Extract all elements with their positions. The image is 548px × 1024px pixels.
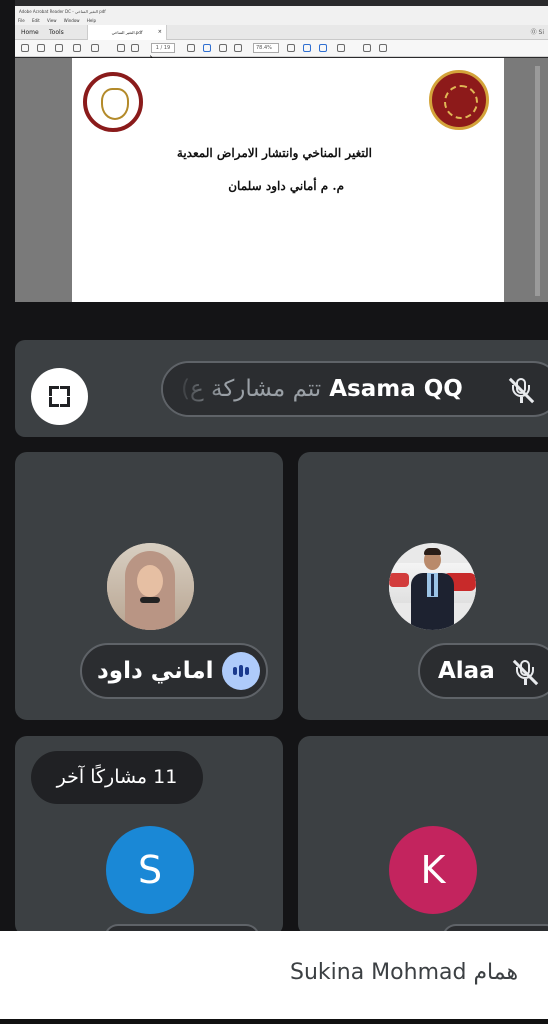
- avatar: S: [106, 826, 194, 914]
- hand-icon[interactable]: [203, 44, 211, 52]
- caption-text: Sukina Mohmad همام: [290, 960, 519, 985]
- bottom-strip: [0, 1019, 548, 1024]
- university-seal-logo: [83, 72, 143, 132]
- search-icon[interactable]: [91, 44, 99, 52]
- page-up-icon[interactable]: [117, 44, 125, 52]
- acrobat-toolbar: 1 / 19 78.4%: [15, 40, 548, 57]
- tab-home[interactable]: Home: [21, 25, 39, 40]
- others-count-badge[interactable]: 11 مشاركًا آخر: [31, 751, 203, 804]
- shared-screen: Adobe Acrobat Reader DC - التغير المناخي…: [15, 0, 548, 302]
- tab-tools[interactable]: Tools: [49, 25, 64, 40]
- participant-name: Alaa: [438, 658, 495, 684]
- document-title: التغير المناخي وانتشار الامراض المعدية: [176, 146, 372, 160]
- acrobat-tab-bar: Home Tools التغير المناخي.pdf × ⓪ Si: [15, 25, 548, 40]
- menu-window[interactable]: Window: [64, 18, 80, 23]
- mic-off-icon: [510, 657, 540, 687]
- avatar: [107, 543, 194, 630]
- tab-document[interactable]: التغير المناخي.pdf ×: [87, 25, 167, 40]
- presenter-label: (تتم مشاركة ع Asama QQ: [181, 363, 463, 415]
- mic-off-icon: [506, 375, 536, 405]
- college-seal-logo: [429, 70, 489, 130]
- zoom-in-icon[interactable]: [234, 44, 242, 52]
- participant-name: اماني داود: [97, 658, 214, 684]
- presenter-name: Asama QQ: [329, 376, 463, 402]
- pen-icon[interactable]: [379, 44, 387, 52]
- avatar: [389, 543, 476, 630]
- pdf-page: التغير المناخي وانتشار الامراض المعدية م…: [72, 58, 504, 302]
- scrollbar[interactable]: [535, 66, 540, 296]
- menu-file[interactable]: File: [18, 18, 25, 23]
- zoom-out-icon[interactable]: [219, 44, 227, 52]
- stamp-icon[interactable]: [337, 44, 345, 52]
- mail-icon[interactable]: [73, 44, 81, 52]
- close-icon[interactable]: ×: [158, 25, 162, 40]
- avatar: K: [389, 826, 477, 914]
- speaking-icon: [222, 652, 260, 690]
- menu-view[interactable]: View: [47, 18, 57, 23]
- document-author: م. م أماني داود سلمان: [228, 179, 344, 193]
- print-icon[interactable]: [55, 44, 63, 52]
- document-gutter-right: [504, 58, 548, 302]
- participant-name-pill: اماني داود: [80, 643, 268, 699]
- acrobat-menu-bar: File Edit View Window Help: [15, 17, 548, 25]
- menu-edit[interactable]: Edit: [32, 18, 40, 23]
- select-cursor-icon[interactable]: [187, 44, 195, 52]
- document-gutter-left: [15, 58, 72, 302]
- page-down-icon[interactable]: [131, 44, 139, 52]
- page-number-field[interactable]: 1 / 19: [151, 43, 175, 53]
- speech-bubble-icon[interactable]: [363, 44, 371, 52]
- comment-icon[interactable]: [303, 44, 311, 52]
- participant-name-pill: Alaa: [418, 643, 548, 699]
- fullscreen-icon: [49, 386, 59, 396]
- fullscreen-button[interactable]: [31, 368, 88, 425]
- tab-document-label: التغير المناخي.pdf: [111, 30, 143, 35]
- sign-in-label[interactable]: ⓪ Si: [531, 25, 544, 40]
- fit-page-icon[interactable]: [287, 44, 295, 52]
- zoom-select[interactable]: 78.4%: [253, 43, 279, 53]
- save-icon[interactable]: [21, 44, 29, 52]
- upload-icon[interactable]: [37, 44, 45, 52]
- presenter-name-pill: (تتم مشاركة ع Asama QQ: [161, 361, 548, 417]
- edit-pdf-icon[interactable]: [319, 44, 327, 52]
- menu-help[interactable]: Help: [87, 18, 96, 23]
- acrobat-title-bar: Adobe Acrobat Reader DC - التغير المناخي…: [15, 6, 548, 17]
